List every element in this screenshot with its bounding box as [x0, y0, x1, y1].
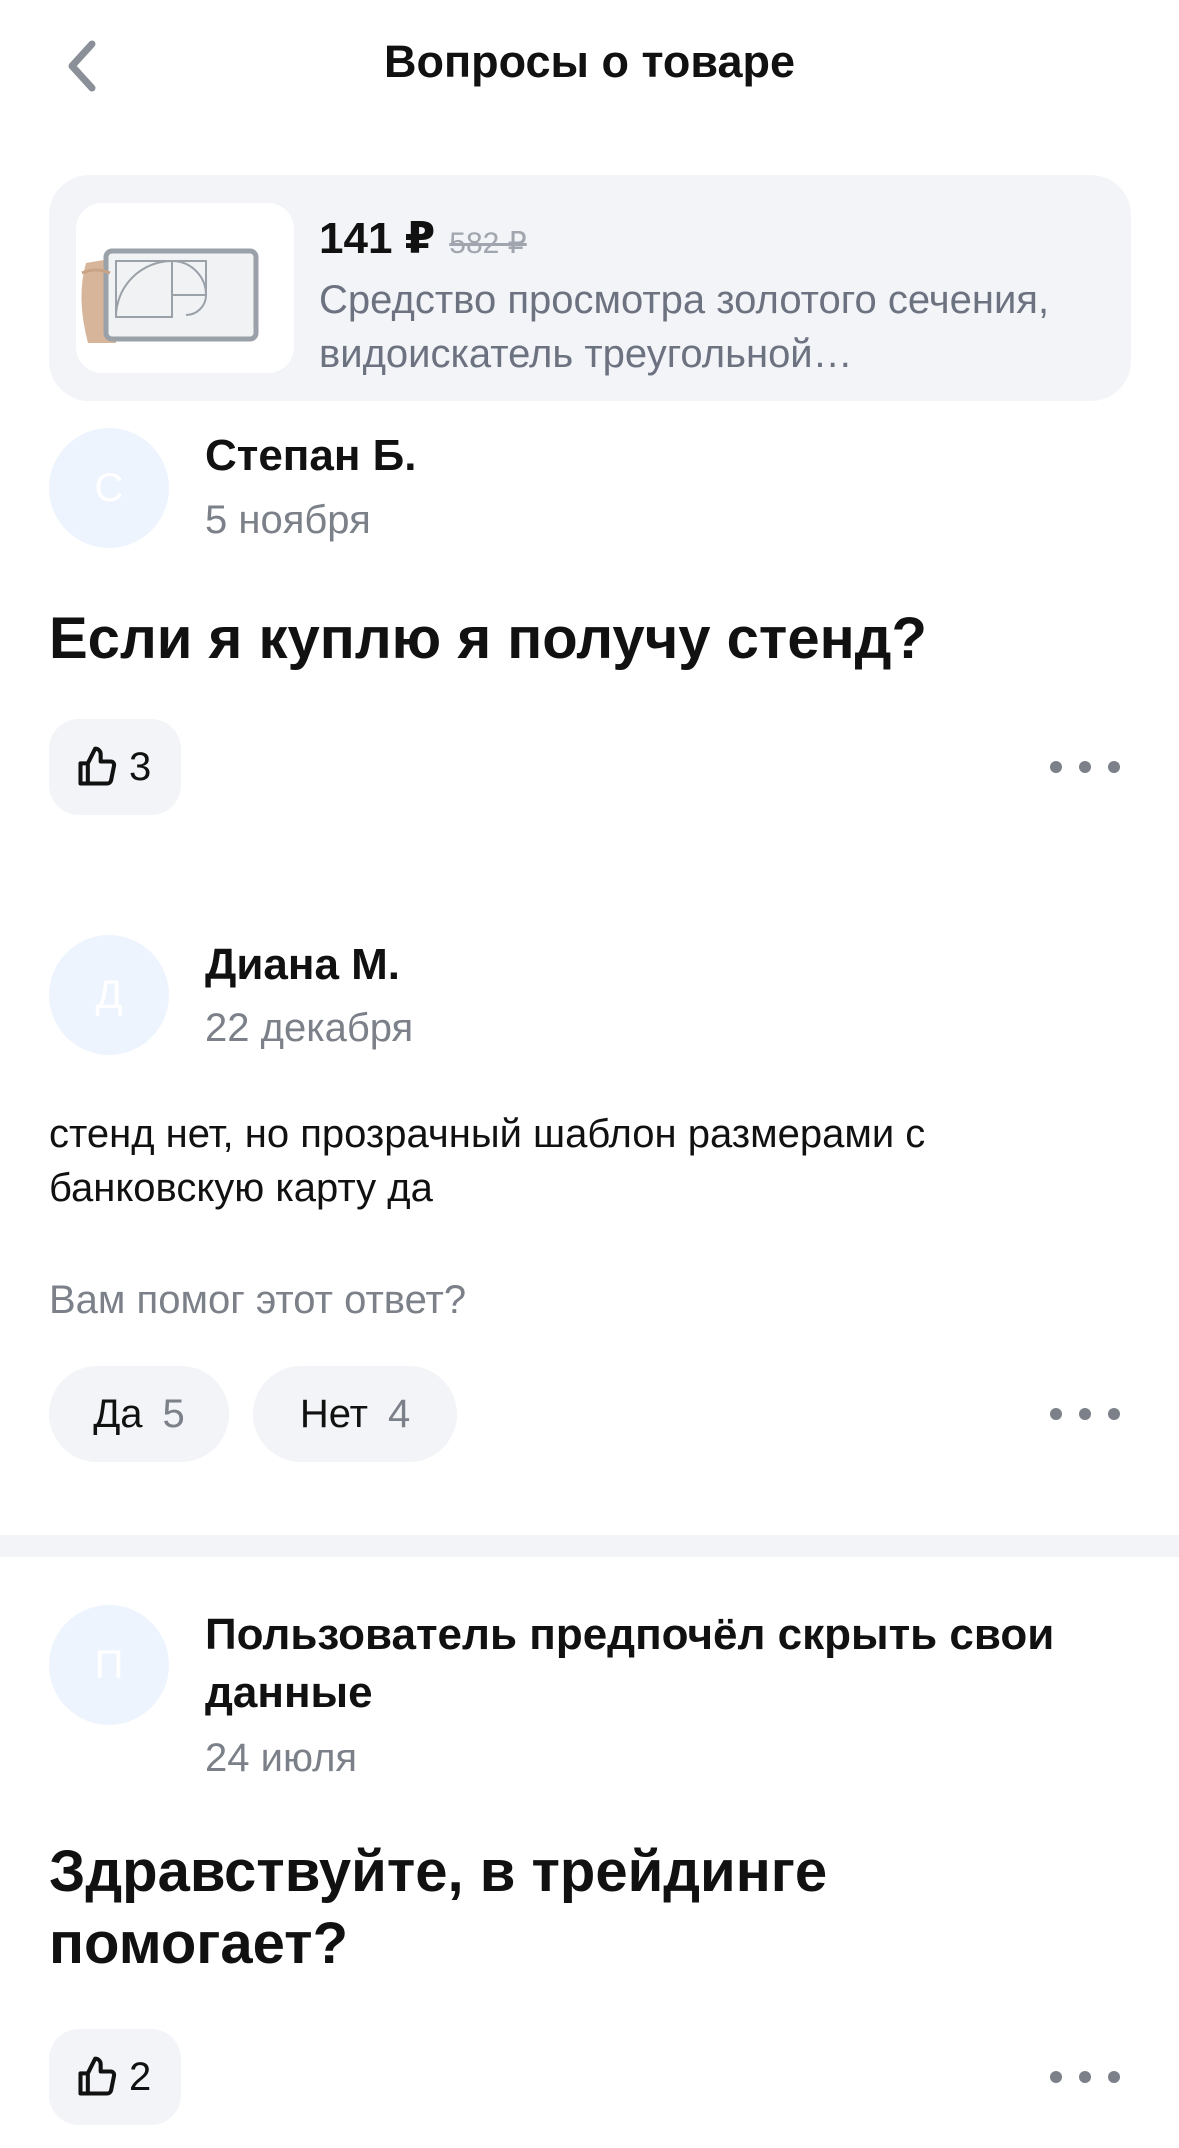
- author-name: Диана М.: [205, 940, 401, 989]
- avatar: С: [49, 428, 169, 548]
- thumbs-up-icon: [78, 746, 117, 786]
- author-name: Пользователь предпочёл скрыть свои данны…: [205, 1610, 1055, 1717]
- no-count: 4: [387, 1391, 411, 1436]
- no-label: Нет: [299, 1391, 368, 1436]
- price-row: 141 ₽ 582 ₽: [319, 213, 527, 264]
- helpful-yes-button[interactable]: Да 5: [49, 1366, 229, 1462]
- question-date: 5 ноября: [205, 498, 371, 542]
- more-options-button[interactable]: [1050, 1394, 1120, 1434]
- page-title: Вопросы о товаре: [383, 36, 796, 87]
- yes-label: Да: [93, 1391, 143, 1436]
- like-count: 3: [129, 744, 152, 789]
- like-count: 2: [129, 2054, 152, 2099]
- yes-count: 5: [162, 1391, 185, 1436]
- answer-text: стенд нет, но прозрачный шаблон размерам…: [49, 1112, 926, 1210]
- more-horizontal-icon: [1050, 761, 1062, 773]
- avatar: Д: [49, 935, 169, 1055]
- helpful-no-button[interactable]: Нет 4: [253, 1366, 457, 1462]
- helpful-question-label: Вам помог этот ответ?: [49, 1278, 467, 1322]
- old-price: 582 ₽: [449, 227, 527, 260]
- product-name: Средство просмотра золотого сечения, вид…: [319, 278, 1050, 376]
- question-text: Если я куплю я получу стенд?: [49, 606, 927, 671]
- more-horizontal-icon: [1050, 1408, 1062, 1420]
- top-bar: Вопросы о товаре: [0, 0, 1179, 130]
- thumbs-up-icon: [78, 2056, 117, 2096]
- product-image: [76, 203, 294, 373]
- more-options-button[interactable]: [1050, 747, 1120, 787]
- avatar: П: [49, 1605, 169, 1725]
- question-date: 24 июля: [205, 1736, 358, 1780]
- product-card[interactable]: 141 ₽ 582 ₽ Средство просмотра золотого …: [49, 175, 1131, 401]
- section-divider: [0, 1535, 1179, 1557]
- more-horizontal-icon: [1050, 2071, 1062, 2083]
- more-options-button[interactable]: [1050, 2057, 1120, 2097]
- question-text: Здравствуйте, в трейдинге помогает?: [49, 1839, 828, 1976]
- like-button[interactable]: 3: [49, 719, 181, 815]
- like-button[interactable]: 2: [49, 2029, 181, 2125]
- answer-date: 22 декабря: [205, 1006, 414, 1050]
- current-price: 141 ₽: [319, 214, 436, 263]
- author-name: Степан Б.: [205, 431, 417, 480]
